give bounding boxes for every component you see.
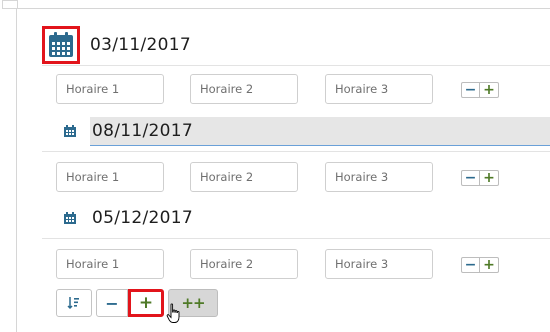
horaire-1-input[interactable] — [56, 74, 164, 104]
horaire-3-input[interactable] — [325, 162, 433, 192]
remove-time-button[interactable]: − — [461, 82, 480, 98]
horaire-1-input[interactable] — [56, 162, 164, 192]
date-label[interactable]: 08/11/2017 — [92, 121, 193, 141]
horaire-2-input[interactable] — [190, 74, 298, 104]
add-time-button[interactable]: + — [480, 257, 499, 273]
remove-time-button[interactable]: − — [461, 257, 480, 273]
hand-cursor-icon — [166, 303, 180, 323]
panel-left-border — [16, 8, 17, 332]
divider — [42, 151, 550, 152]
horaire-1-input[interactable] — [56, 249, 164, 279]
sort-icon — [67, 297, 79, 310]
panel-top-border — [2, 8, 550, 9]
row-stepper: − + — [461, 82, 499, 98]
divider — [42, 65, 550, 66]
date-row-2: 08/11/2017 — [42, 113, 193, 149]
horaire-2-input[interactable] — [190, 249, 298, 279]
horaire-3-input[interactable] — [325, 74, 433, 104]
add-time-button[interactable]: + — [480, 170, 499, 186]
date-label[interactable]: 03/11/2017 — [90, 35, 191, 55]
horaire-2-input[interactable] — [190, 162, 298, 192]
add-time-button[interactable]: + — [480, 82, 499, 98]
date-label[interactable]: 05/12/2017 — [92, 208, 193, 228]
row-stepper: − + — [461, 257, 499, 273]
calendar-button[interactable] — [42, 26, 80, 64]
horaire-3-input[interactable] — [325, 249, 433, 279]
calendar-icon[interactable] — [64, 125, 76, 137]
calendar-icon[interactable] — [64, 212, 76, 224]
remove-date-button[interactable]: − — [96, 289, 128, 317]
divider — [42, 238, 550, 239]
date-row-1: 03/11/2017 — [42, 26, 191, 64]
remove-time-button[interactable]: − — [461, 170, 480, 186]
sort-button[interactable] — [56, 289, 92, 317]
date-row-3: 05/12/2017 — [42, 200, 193, 236]
row-stepper: − + — [461, 170, 499, 186]
calendar-icon — [49, 32, 73, 57]
add-date-button[interactable]: + — [128, 289, 164, 317]
